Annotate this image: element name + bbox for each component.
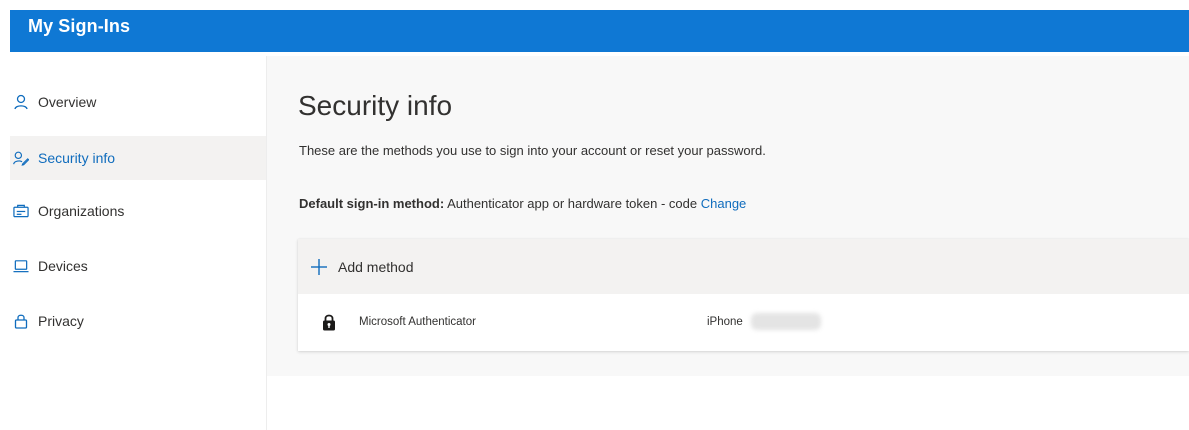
default-method-value: Authenticator app or hardware token - co… (447, 196, 698, 211)
top-bar: My Sign-Ins (10, 10, 1189, 52)
method-name: Microsoft Authenticator (359, 316, 476, 328)
sidebar-item-label: Security info (38, 150, 116, 166)
sidebar-item-label: Overview (38, 94, 97, 110)
page-title: Security info (298, 90, 453, 121)
sidebar-nav: Overview Security info Organizations Dev… (10, 56, 266, 430)
methods-card: Add method Microsoft Authenticator iPhon… (298, 239, 1189, 351)
add-method-button[interactable]: Add method (298, 239, 1189, 294)
sidebar-item-security-info[interactable]: Security info (10, 136, 266, 180)
sidebar-item-overview[interactable]: Overview (10, 80, 266, 124)
page-subtitle: These are the methods you use to sign in… (299, 143, 766, 158)
person-icon (13, 94, 29, 110)
plus-icon (310, 258, 328, 276)
sidebar-item-label: Privacy (38, 313, 84, 329)
sidebar-item-label: Devices (38, 258, 88, 274)
security-info-icon (13, 150, 29, 166)
method-device: iPhone (707, 316, 743, 328)
main-content: Security info These are the methods you … (267, 56, 1189, 376)
add-method-label: Add method (338, 258, 414, 275)
laptop-icon (13, 258, 29, 274)
sidebar-item-organizations[interactable]: Organizations (10, 189, 266, 233)
method-row: Microsoft Authenticator iPhone (298, 294, 1189, 351)
lock-icon (13, 313, 29, 329)
authenticator-lock-icon (322, 313, 336, 331)
sidebar-item-privacy[interactable]: Privacy (10, 299, 266, 343)
sidebar-item-devices[interactable]: Devices (10, 244, 266, 288)
organization-icon (13, 203, 29, 219)
default-method-label: Default sign-in method: (299, 196, 445, 211)
sidebar-item-label: Organizations (38, 203, 125, 219)
app-title[interactable]: My Sign-Ins (28, 16, 130, 37)
change-default-link[interactable]: Change (701, 196, 747, 211)
default-sign-in-method: Default sign-in method: Authenticator ap… (299, 196, 746, 211)
redacted-device-detail (751, 313, 821, 330)
